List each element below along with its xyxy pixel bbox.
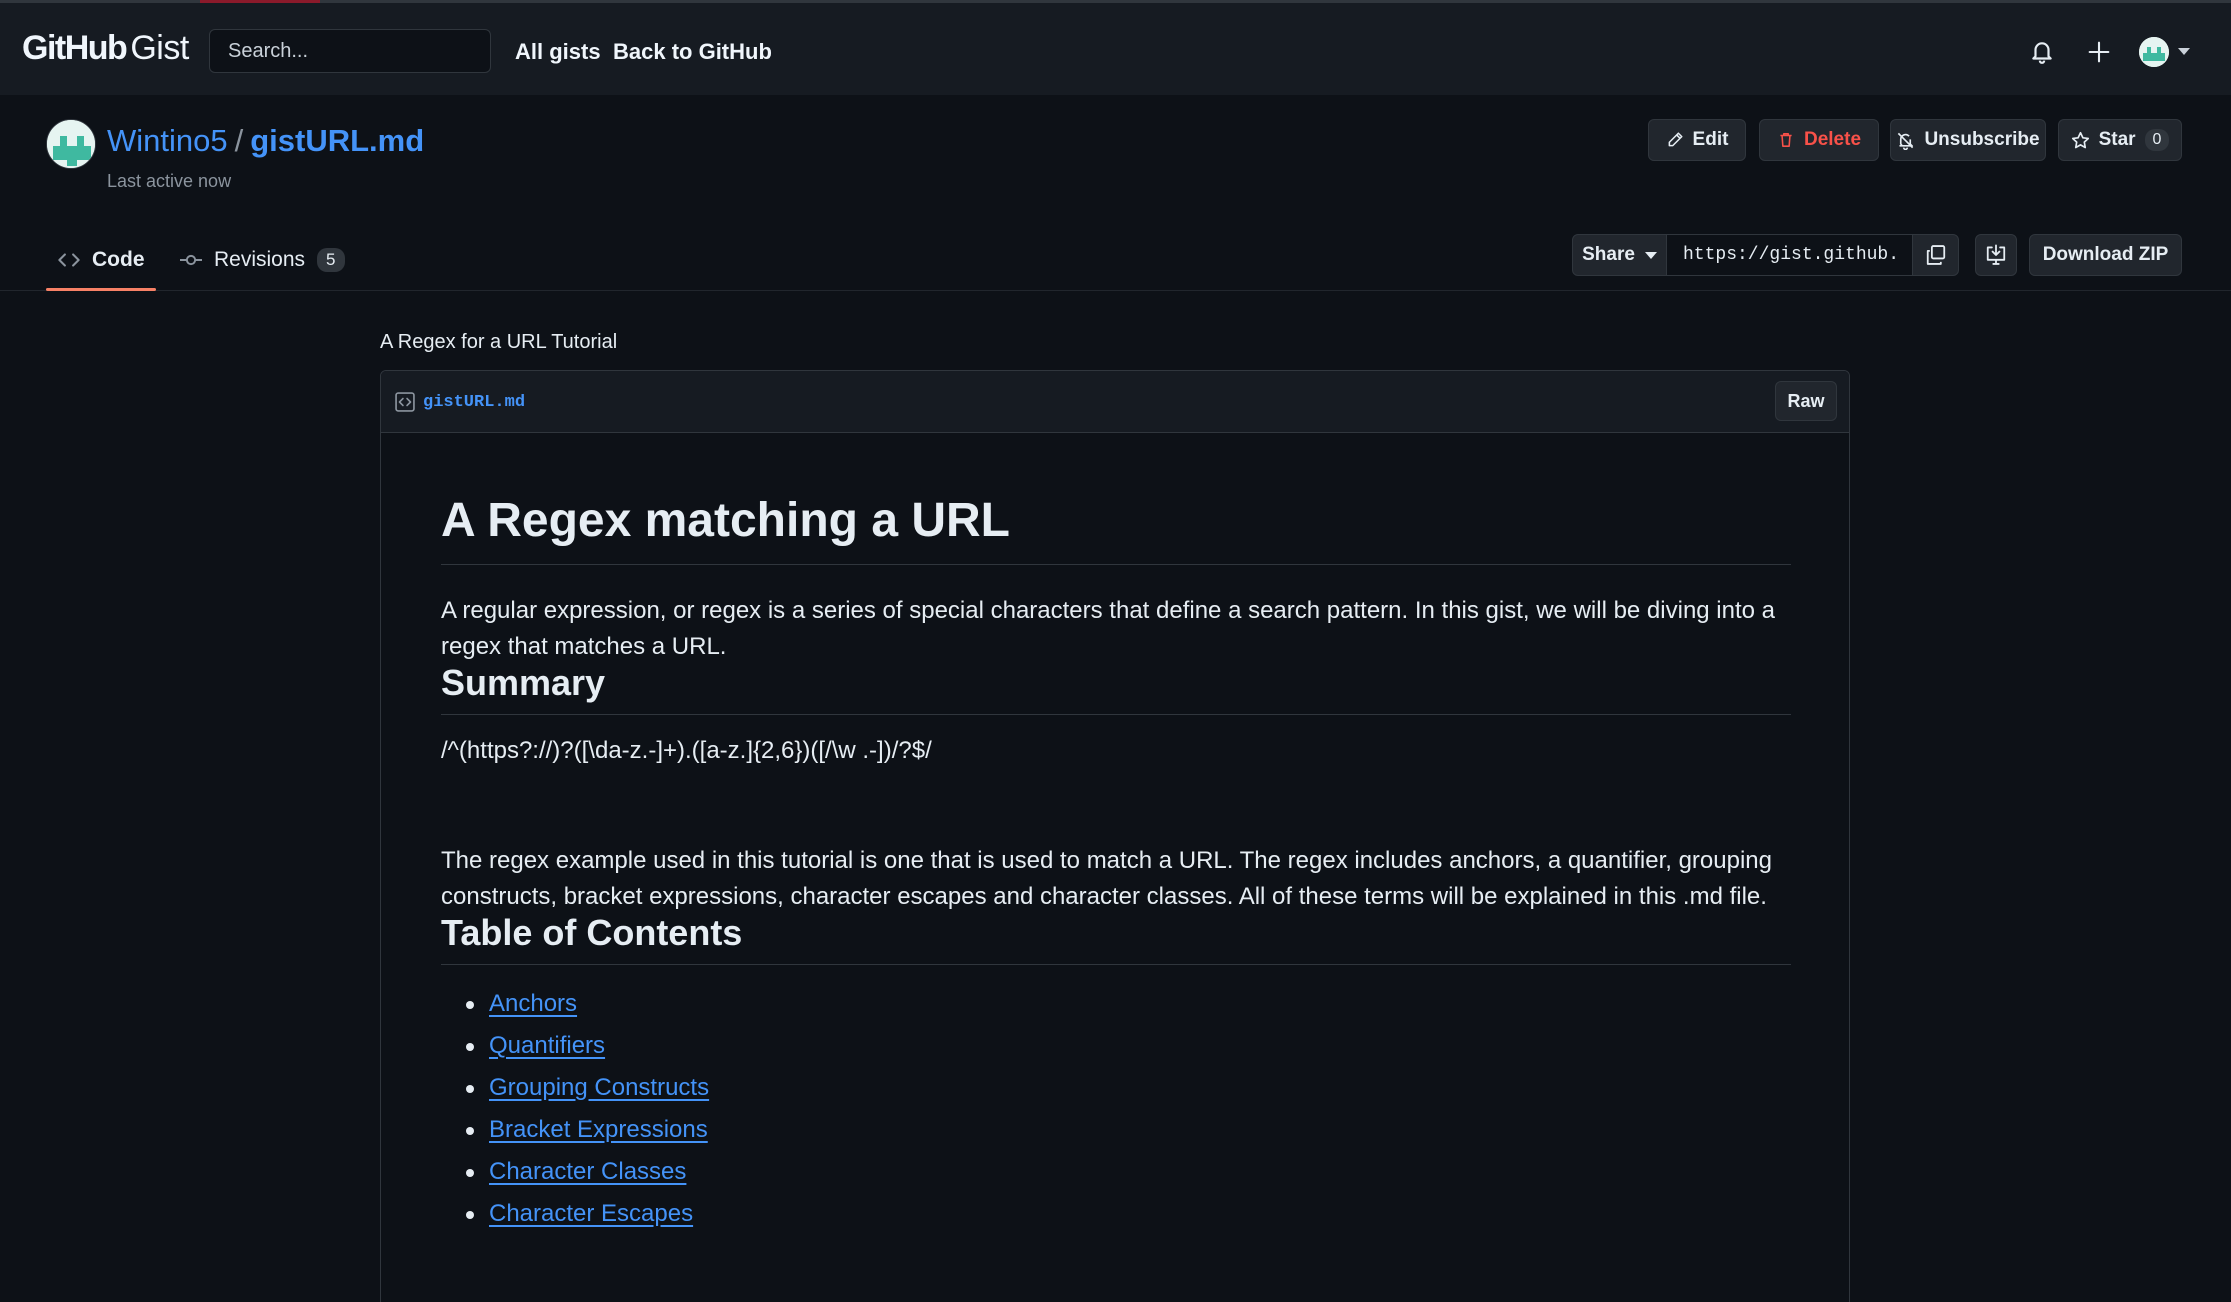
unsubscribe-label: Unsubscribe [1924, 129, 2040, 150]
logo-github-text: GitHub [22, 29, 128, 67]
toc-link-anchors[interactable]: Anchors [489, 990, 577, 1017]
list-item: Bracket Expressions [441, 1115, 709, 1157]
star-label: Star [2098, 129, 2136, 150]
page-loading-bar [200, 0, 320, 3]
active-tab-indicator [46, 288, 156, 291]
file-container: gistURL.md Raw A Regex matching a URL A … [380, 370, 1850, 1302]
tab-revisions[interactable]: Revisions 5 [180, 229, 345, 291]
owner-avatar[interactable] [46, 119, 96, 169]
raw-button[interactable]: Raw [1775, 381, 1837, 421]
list-item: Grouping Constructs [441, 1073, 709, 1115]
unsubscribe-button[interactable]: Unsubscribe [1890, 119, 2046, 161]
list-item: Quantifiers [441, 1031, 709, 1073]
user-menu-caret-icon[interactable] [2178, 48, 2190, 55]
copy-icon [1926, 245, 1945, 265]
intro-paragraph: A regular expression, or regex is a seri… [441, 597, 1776, 660]
tab-revisions-label: Revisions [214, 248, 306, 271]
toc-link-character-classes[interactable]: Character Classes [489, 1158, 686, 1185]
back-to-github-link[interactable]: Back to GitHub [613, 39, 772, 65]
toc-link-bracket-expressions[interactable]: Bracket Expressions [489, 1116, 708, 1143]
toc-heading: Table of Contents [441, 911, 1791, 966]
bell-icon[interactable] [2029, 39, 2055, 65]
all-gists-link[interactable]: All gists [515, 39, 601, 65]
plus-icon[interactable] [2085, 38, 2113, 66]
summary-heading: Summary [441, 661, 1791, 716]
star-icon [2071, 131, 2089, 148]
trash-icon [1780, 133, 1792, 147]
list-item: Character Escapes [441, 1199, 709, 1241]
gist-filename-link[interactable]: gistURL.md [250, 123, 424, 158]
open-in-desktop-button[interactable] [1975, 234, 2017, 276]
regex-pattern-text: /^(https?://)?([\da-z.-]+).([a-z.]{2,6})… [441, 737, 932, 764]
share-group: Share [1572, 234, 1959, 276]
last-active-text: Last active now [107, 171, 232, 191]
chevron-down-icon [1644, 251, 1657, 259]
delete-label: Delete [1803, 129, 1862, 150]
toc-link-quantifiers[interactable]: Quantifiers [489, 1032, 605, 1059]
logo-gist-text: Gist [130, 29, 189, 67]
gist-title: Wintino5/gistURL.md [107, 123, 424, 159]
summary-paragraph: The regex example used in this tutorial … [441, 847, 1772, 910]
table-of-contents-list: Anchors Quantifiers Grouping Constructs … [441, 989, 709, 1241]
share-label: Share [1582, 244, 1635, 265]
user-avatar[interactable] [2139, 37, 2169, 67]
tab-code[interactable]: Code [58, 229, 145, 291]
share-dropdown-button[interactable]: Share [1572, 234, 1667, 276]
markdown-title: A Regex matching a URL [441, 493, 1791, 566]
file-code-icon [395, 392, 415, 412]
gist-owner-link[interactable]: Wintino5 [107, 123, 228, 158]
toc-link-character-escapes[interactable]: Character Escapes [489, 1200, 693, 1227]
star-count: 0 [2144, 129, 2170, 151]
edit-button[interactable]: Edit [1648, 119, 1746, 161]
copy-url-button[interactable] [1912, 234, 1959, 276]
title-separator: / [234, 123, 244, 158]
github-gist-logo[interactable]: GitHub Gist [22, 29, 189, 71]
download-zip-button[interactable]: Download ZIP [2029, 234, 2182, 276]
file-name-link[interactable]: gistURL.md [423, 393, 525, 412]
git-commit-icon [180, 254, 202, 266]
gist-description: A Regex for a URL Tutorial [380, 331, 618, 353]
delete-button[interactable]: Delete [1759, 119, 1879, 161]
file-header: gistURL.md Raw [381, 371, 1849, 433]
desktop-download-icon [1986, 244, 2006, 265]
gist-header: Wintino5/gistURL.md Last active now Edit… [0, 95, 2231, 291]
share-url-input[interactable] [1667, 234, 1912, 276]
list-item: Character Classes [441, 1157, 709, 1199]
revisions-count: 5 [317, 248, 345, 272]
code-icon [58, 253, 80, 267]
top-navigation-bar: GitHub Gist All gists Back to GitHub [0, 0, 2231, 95]
list-item: Anchors [441, 989, 709, 1031]
edit-label: Edit [1692, 129, 1729, 150]
bell-slash-icon [1898, 132, 1914, 150]
search-input[interactable] [209, 29, 491, 73]
star-button[interactable]: Star 0 [2058, 119, 2182, 161]
pencil-icon [1668, 132, 1683, 147]
toc-link-grouping-constructs[interactable]: Grouping Constructs [489, 1074, 709, 1101]
tab-code-label: Code [92, 248, 145, 271]
